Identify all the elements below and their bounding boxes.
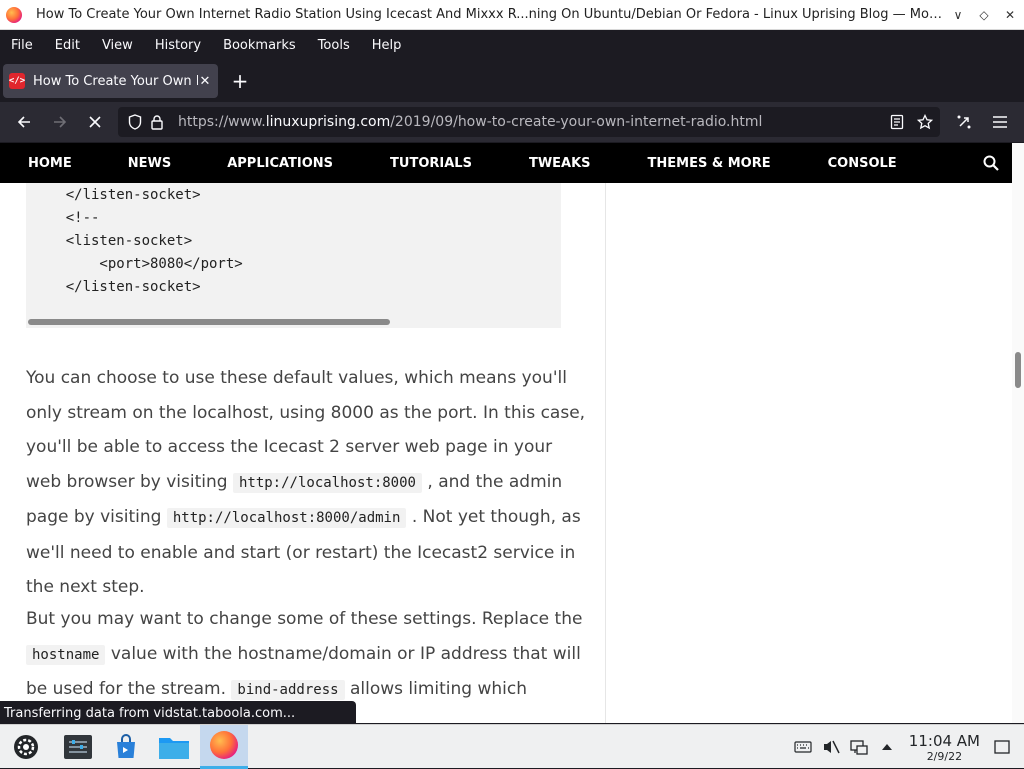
site-nav-tweaks[interactable]: TWEAKS — [472, 156, 591, 171]
new-tab-button[interactable]: + — [228, 69, 252, 93]
discover-store-button[interactable] — [104, 725, 148, 769]
url-domain: linuxuprising.com — [265, 114, 391, 130]
clock-time: 11:04 AM — [908, 731, 980, 750]
window-titlebar: How To Create Your Own Internet Radio St… — [0, 0, 1024, 30]
code-horizontal-scrollbar[interactable] — [28, 319, 390, 325]
bookmark-star-icon[interactable] — [914, 114, 936, 130]
tab-close-button[interactable]: ✕ — [198, 74, 212, 89]
tab-strip: </> How To Create Your Own Ir ✕ + — [0, 60, 1024, 102]
code-line: <listen-socket> — [32, 233, 193, 249]
inline-code: http://localhost:8000/admin — [166, 508, 407, 528]
stop-x-icon — [89, 116, 101, 128]
page-content: </listen-socket> <!-- <listen-socket> <p… — [0, 183, 1012, 723]
menu-history[interactable]: History — [144, 38, 212, 53]
show-desktop-icon[interactable] — [988, 740, 1016, 754]
reader-view-icon[interactable] — [886, 114, 908, 130]
clock[interactable]: 11:04 AM 2/9/22 — [909, 732, 980, 763]
menu-bar: File Edit View History Bookmarks Tools H… — [0, 30, 1024, 60]
menu-tools[interactable]: Tools — [307, 38, 361, 53]
close-window-button[interactable]: ✕ — [998, 3, 1022, 27]
maximize-button[interactable]: ◇ — [972, 3, 996, 27]
url-bar[interactable]: https://www.linuxuprising.com/2019/09/ho… — [118, 107, 940, 137]
lock-icon[interactable] — [146, 114, 168, 130]
settings-sliders-icon — [64, 734, 92, 759]
menu-edit[interactable]: Edit — [44, 38, 91, 53]
firefox-logo-icon — [6, 6, 22, 23]
para-text: But you may want to change some of these… — [26, 609, 583, 629]
window-title: How To Create Your Own Internet Radio St… — [36, 7, 946, 22]
site-nav-home[interactable]: HOME — [0, 156, 72, 171]
scrollbar-thumb[interactable] — [1015, 352, 1021, 388]
code-block: </listen-socket> <!-- <listen-socket> <p… — [26, 183, 561, 328]
tab-active[interactable]: </> How To Create Your Own Ir ✕ — [3, 64, 218, 98]
launcher-gear-icon — [14, 734, 38, 759]
status-panel: Transferring data from vidstat.taboola.c… — [0, 701, 356, 725]
tray-expand-arrow-icon[interactable] — [873, 743, 901, 751]
sidebar-divider — [605, 183, 606, 723]
code-line: <!-- — [32, 210, 100, 226]
hamburger-menu-icon — [993, 116, 1007, 128]
tracking-shield-icon[interactable] — [124, 114, 146, 130]
stop-button[interactable] — [80, 107, 110, 137]
menu-help[interactable]: Help — [361, 38, 413, 53]
folder-icon — [159, 737, 189, 759]
firefox-icon — [210, 731, 238, 759]
code-line: </listen-socket> — [32, 279, 201, 295]
store-bag-icon — [117, 733, 135, 758]
app-menu-button[interactable] — [985, 107, 1015, 137]
tab-label: How To Create Your Own Ir — [33, 73, 198, 89]
volume-muted-icon[interactable] — [817, 738, 845, 756]
keyboard-icon[interactable] — [789, 740, 817, 754]
site-nav-console[interactable]: CONSOLE — [771, 156, 897, 171]
site-nav-tutorials[interactable]: TUTORIALS — [333, 156, 472, 171]
taskbar: 11:04 AM 2/9/22 — [0, 724, 1024, 769]
firefox-taskbar-button[interactable] — [200, 724, 248, 769]
application-launcher-button[interactable] — [4, 725, 48, 769]
minimize-button[interactable]: ∨ — [946, 3, 970, 27]
file-manager-button[interactable] — [152, 725, 196, 769]
menu-bookmarks[interactable]: Bookmarks — [212, 38, 307, 53]
page-vertical-scrollbar[interactable] — [1012, 143, 1024, 723]
code-line: <port>8080</port> — [32, 256, 243, 272]
extensions-icon — [957, 115, 971, 129]
extensions-button[interactable] — [949, 107, 979, 137]
system-tray: 11:04 AM 2/9/22 — [789, 725, 1024, 769]
site-nav-news[interactable]: NEWS — [72, 156, 171, 171]
site-nav-applications[interactable]: APPLICATIONS — [171, 156, 333, 171]
back-arrow-icon — [17, 116, 30, 128]
site-navigation: HOME NEWS APPLICATIONS TUTORIALS TWEAKS … — [0, 143, 1012, 183]
url-path: /2019/09/how-to-create-your-own-internet… — [390, 114, 763, 130]
code-line: </listen-socket> — [32, 187, 201, 203]
system-settings-button[interactable] — [56, 725, 100, 769]
navigation-toolbar: https://www.linuxuprising.com/2019/09/ho… — [0, 102, 1024, 142]
search-icon[interactable] — [982, 154, 1000, 172]
inline-code: bind-address — [231, 680, 345, 700]
inline-code: hostname — [26, 644, 106, 665]
url-text[interactable]: https://www.linuxuprising.com/2019/09/ho… — [178, 114, 762, 130]
paragraph-defaults: You can choose to use these default valu… — [26, 361, 586, 605]
url-prefix: https://www. — [178, 114, 266, 130]
site-nav-themes-more[interactable]: THEMES & MORE — [591, 156, 771, 171]
forward-button[interactable] — [45, 107, 75, 137]
menu-file[interactable]: File — [0, 38, 44, 53]
menu-view[interactable]: View — [91, 38, 144, 53]
network-icon[interactable] — [845, 738, 873, 756]
clock-date: 2/9/22 — [926, 749, 963, 763]
forward-arrow-icon — [54, 116, 67, 128]
back-button[interactable] — [9, 107, 39, 137]
inline-code: http://localhost:8000 — [232, 472, 422, 493]
site-favicon-icon: </> — [9, 73, 25, 89]
